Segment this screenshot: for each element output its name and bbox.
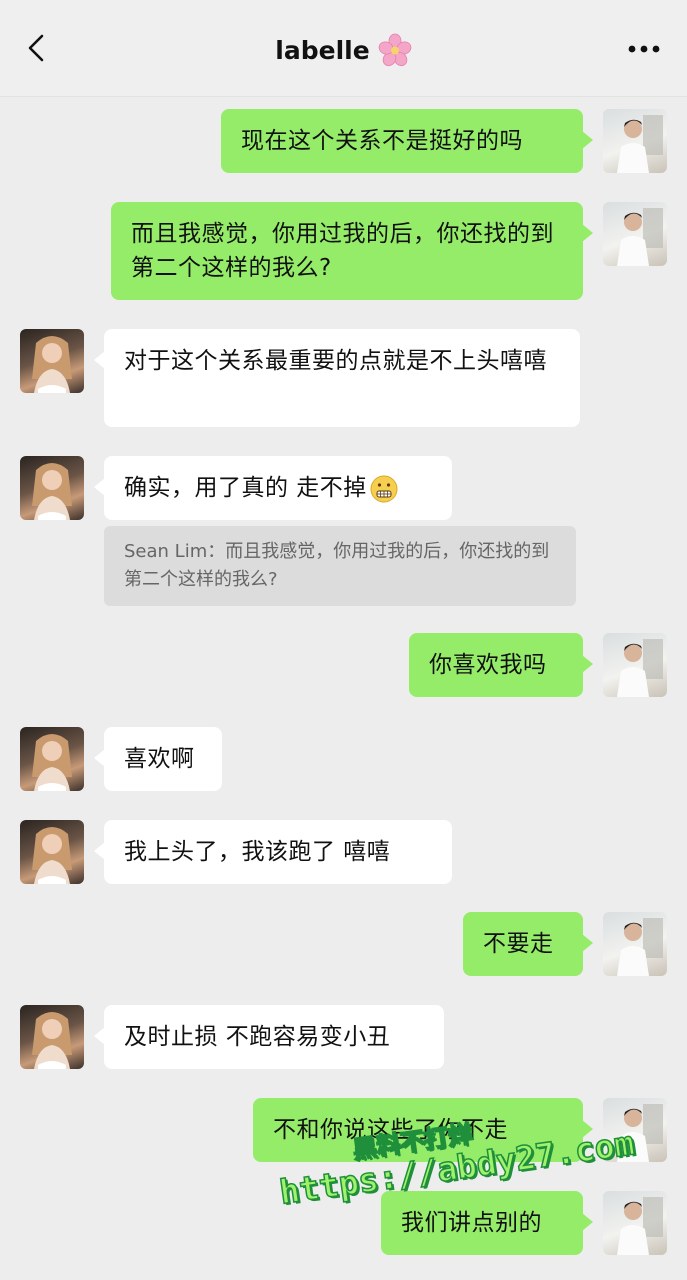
- my-avatar[interactable]: [603, 633, 667, 697]
- person-icon: [32, 1012, 72, 1069]
- message-text: 而且我感觉，你用过我的后，你还找的到 第二个这样的我么?: [131, 221, 554, 281]
- message-text: 不要走: [483, 931, 554, 957]
- message-row: 现在这个关系不是挺好的吗: [0, 109, 687, 175]
- person-icon: [617, 1197, 663, 1255]
- chat-header: labelle: [0, 0, 687, 97]
- my-avatar[interactable]: [603, 109, 667, 173]
- message-text: 我上头了，我该跑了 嘻嘻: [124, 839, 391, 865]
- contact-avatar[interactable]: [20, 329, 84, 393]
- person-icon: [617, 639, 663, 697]
- received-message-bubble[interactable]: 我上头了，我该跑了 嘻嘻: [94, 820, 452, 884]
- person-icon: [32, 734, 72, 791]
- received-message-bubble[interactable]: 对于这个关系最重要的点就是不上头嘻嘻: [94, 329, 580, 427]
- person-icon: [617, 918, 663, 976]
- person-icon: [617, 208, 663, 266]
- message-row: 而且我感觉，你用过我的后，你还找的到 第二个这样的我么?: [0, 202, 687, 302]
- message-text: 及时止损 不跑容易变小丑: [124, 1024, 391, 1050]
- person-icon: [32, 463, 72, 520]
- grimacing-face-icon: [370, 475, 398, 502]
- chat-title-area: labelle: [0, 30, 687, 70]
- message-row: 你喜欢我吗: [0, 633, 687, 699]
- message-row: 对于这个关系最重要的点就是不上头嘻嘻: [0, 329, 687, 429]
- my-avatar[interactable]: [603, 1191, 667, 1255]
- person-icon: [32, 336, 72, 393]
- my-avatar[interactable]: [603, 1098, 667, 1162]
- person-icon: [617, 1104, 663, 1162]
- contact-avatar[interactable]: [20, 1005, 84, 1069]
- message-text: 确实，用了真的 走不掉: [124, 475, 367, 501]
- message-row: 我们讲点别的: [0, 1191, 687, 1257]
- contact-avatar[interactable]: [20, 820, 84, 884]
- person-icon: [617, 115, 663, 173]
- message-row: 及时止损 不跑容易变小丑: [0, 1005, 687, 1071]
- received-message-bubble[interactable]: 及时止损 不跑容易变小丑: [94, 1005, 444, 1069]
- message-row: 我上头了，我该跑了 嘻嘻: [0, 820, 687, 886]
- contact-avatar[interactable]: [20, 727, 84, 791]
- my-avatar[interactable]: [603, 202, 667, 266]
- message-text: 不和你说这些了你不走: [273, 1117, 508, 1143]
- message-row: 不和你说这些了你不走: [0, 1098, 687, 1164]
- sent-message-bubble[interactable]: 不和你说这些了你不走: [253, 1098, 593, 1162]
- quoted-message[interactable]: Sean Lim：而且我感觉，你用过我的后，你还找的到 第二个这样的我么?: [104, 526, 576, 606]
- my-avatar[interactable]: [603, 912, 667, 976]
- message-text: 现在这个关系不是挺好的吗: [241, 128, 523, 154]
- sent-message-bubble[interactable]: 而且我感觉，你用过我的后，你还找的到 第二个这样的我么?: [111, 202, 593, 300]
- received-message-bubble[interactable]: 确实，用了真的 走不掉: [94, 456, 452, 520]
- more-horizontal-icon[interactable]: [627, 44, 661, 54]
- person-icon: [32, 827, 72, 884]
- message-row: 不要走: [0, 912, 687, 978]
- message-text: 你喜欢我吗: [429, 652, 547, 678]
- received-message-bubble[interactable]: 喜欢啊: [94, 727, 222, 791]
- message-text: 喜欢啊: [124, 746, 195, 772]
- contact-avatar[interactable]: [20, 456, 84, 520]
- sent-message-bubble[interactable]: 你喜欢我吗: [409, 633, 593, 697]
- message-text: 对于这个关系最重要的点就是不上头嘻嘻: [124, 348, 547, 374]
- sent-message-bubble[interactable]: 现在这个关系不是挺好的吗: [221, 109, 593, 173]
- sent-message-bubble[interactable]: 我们讲点别的: [381, 1191, 593, 1255]
- message-text: 我们讲点别的: [401, 1210, 542, 1236]
- message-row: 喜欢啊: [0, 727, 687, 793]
- chat-title: labelle: [275, 35, 370, 65]
- message-row: 确实，用了真的 走不掉: [0, 456, 687, 520]
- sent-message-bubble[interactable]: 不要走: [463, 912, 593, 976]
- cherry-blossom-icon: [378, 33, 411, 67]
